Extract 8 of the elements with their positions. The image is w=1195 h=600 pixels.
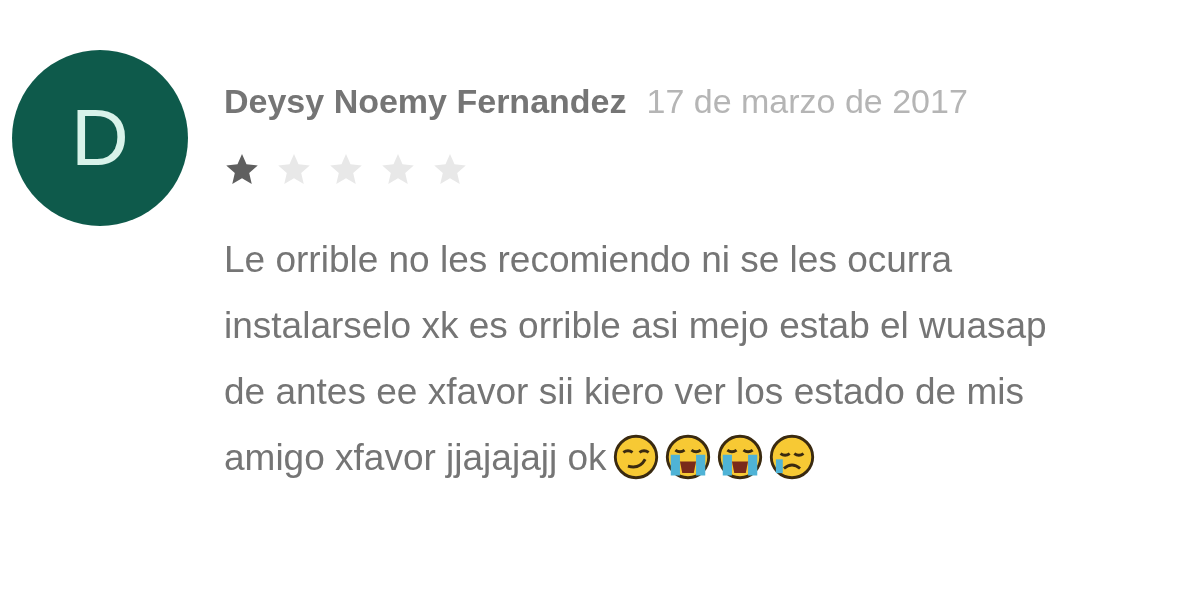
crying-face-icon (716, 434, 763, 480)
review-text: Le orrible no les recomiendo ni se les ocurra instalarselo xk es orrible asi mejo estab el wuasap de antes ee xfavor sii kiero ver los estado de mis amigo xfavor jjajajajj ok (224, 238, 1048, 482)
sad-face-icon (768, 434, 815, 480)
author-name: Deysy Noemy Fernandez (224, 82, 627, 121)
avatar-letter: D (71, 98, 129, 178)
review-date: 17 de marzo de 2017 (646, 82, 968, 121)
smirking-face-icon (612, 434, 659, 480)
crying-face-icon (664, 434, 711, 480)
